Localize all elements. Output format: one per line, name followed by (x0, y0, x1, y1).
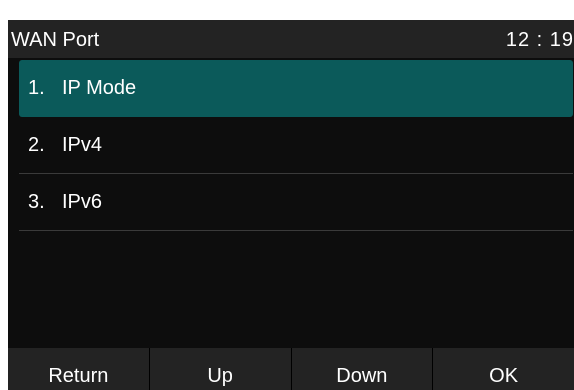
clock: 12 : 19 (505, 29, 574, 51)
menu-item-number: 2. (28, 133, 45, 156)
menu-item-label: IPv6 (62, 190, 103, 213)
menu-item-label: IPv4 (62, 133, 103, 156)
page-title: WAN Port (11, 29, 100, 51)
menu-item-label: IP Mode (62, 76, 137, 99)
menu-item-number: 1. (28, 76, 45, 99)
phone-screen: WAN Port 12 : 19 1. IP Mode 2. IPv4 3. I… (8, 20, 574, 390)
menu-item-ipv4[interactable]: 2. IPv4 (19, 117, 573, 174)
title-bar: WAN Port 12 : 19 (8, 20, 574, 58)
softkey-bar: Return Up Down OK (8, 348, 574, 390)
menu-item-ip-mode[interactable]: 1. IP Mode (19, 60, 573, 117)
return-button[interactable]: Return (8, 348, 150, 390)
down-button[interactable]: Down (292, 348, 434, 390)
ok-button[interactable]: OK (433, 348, 574, 390)
menu-item-ipv6[interactable]: 3. IPv6 (19, 174, 573, 231)
menu-item-number: 3. (28, 190, 45, 213)
menu-list: 1. IP Mode 2. IPv4 3. IPv6 (19, 60, 573, 231)
up-button[interactable]: Up (150, 348, 292, 390)
